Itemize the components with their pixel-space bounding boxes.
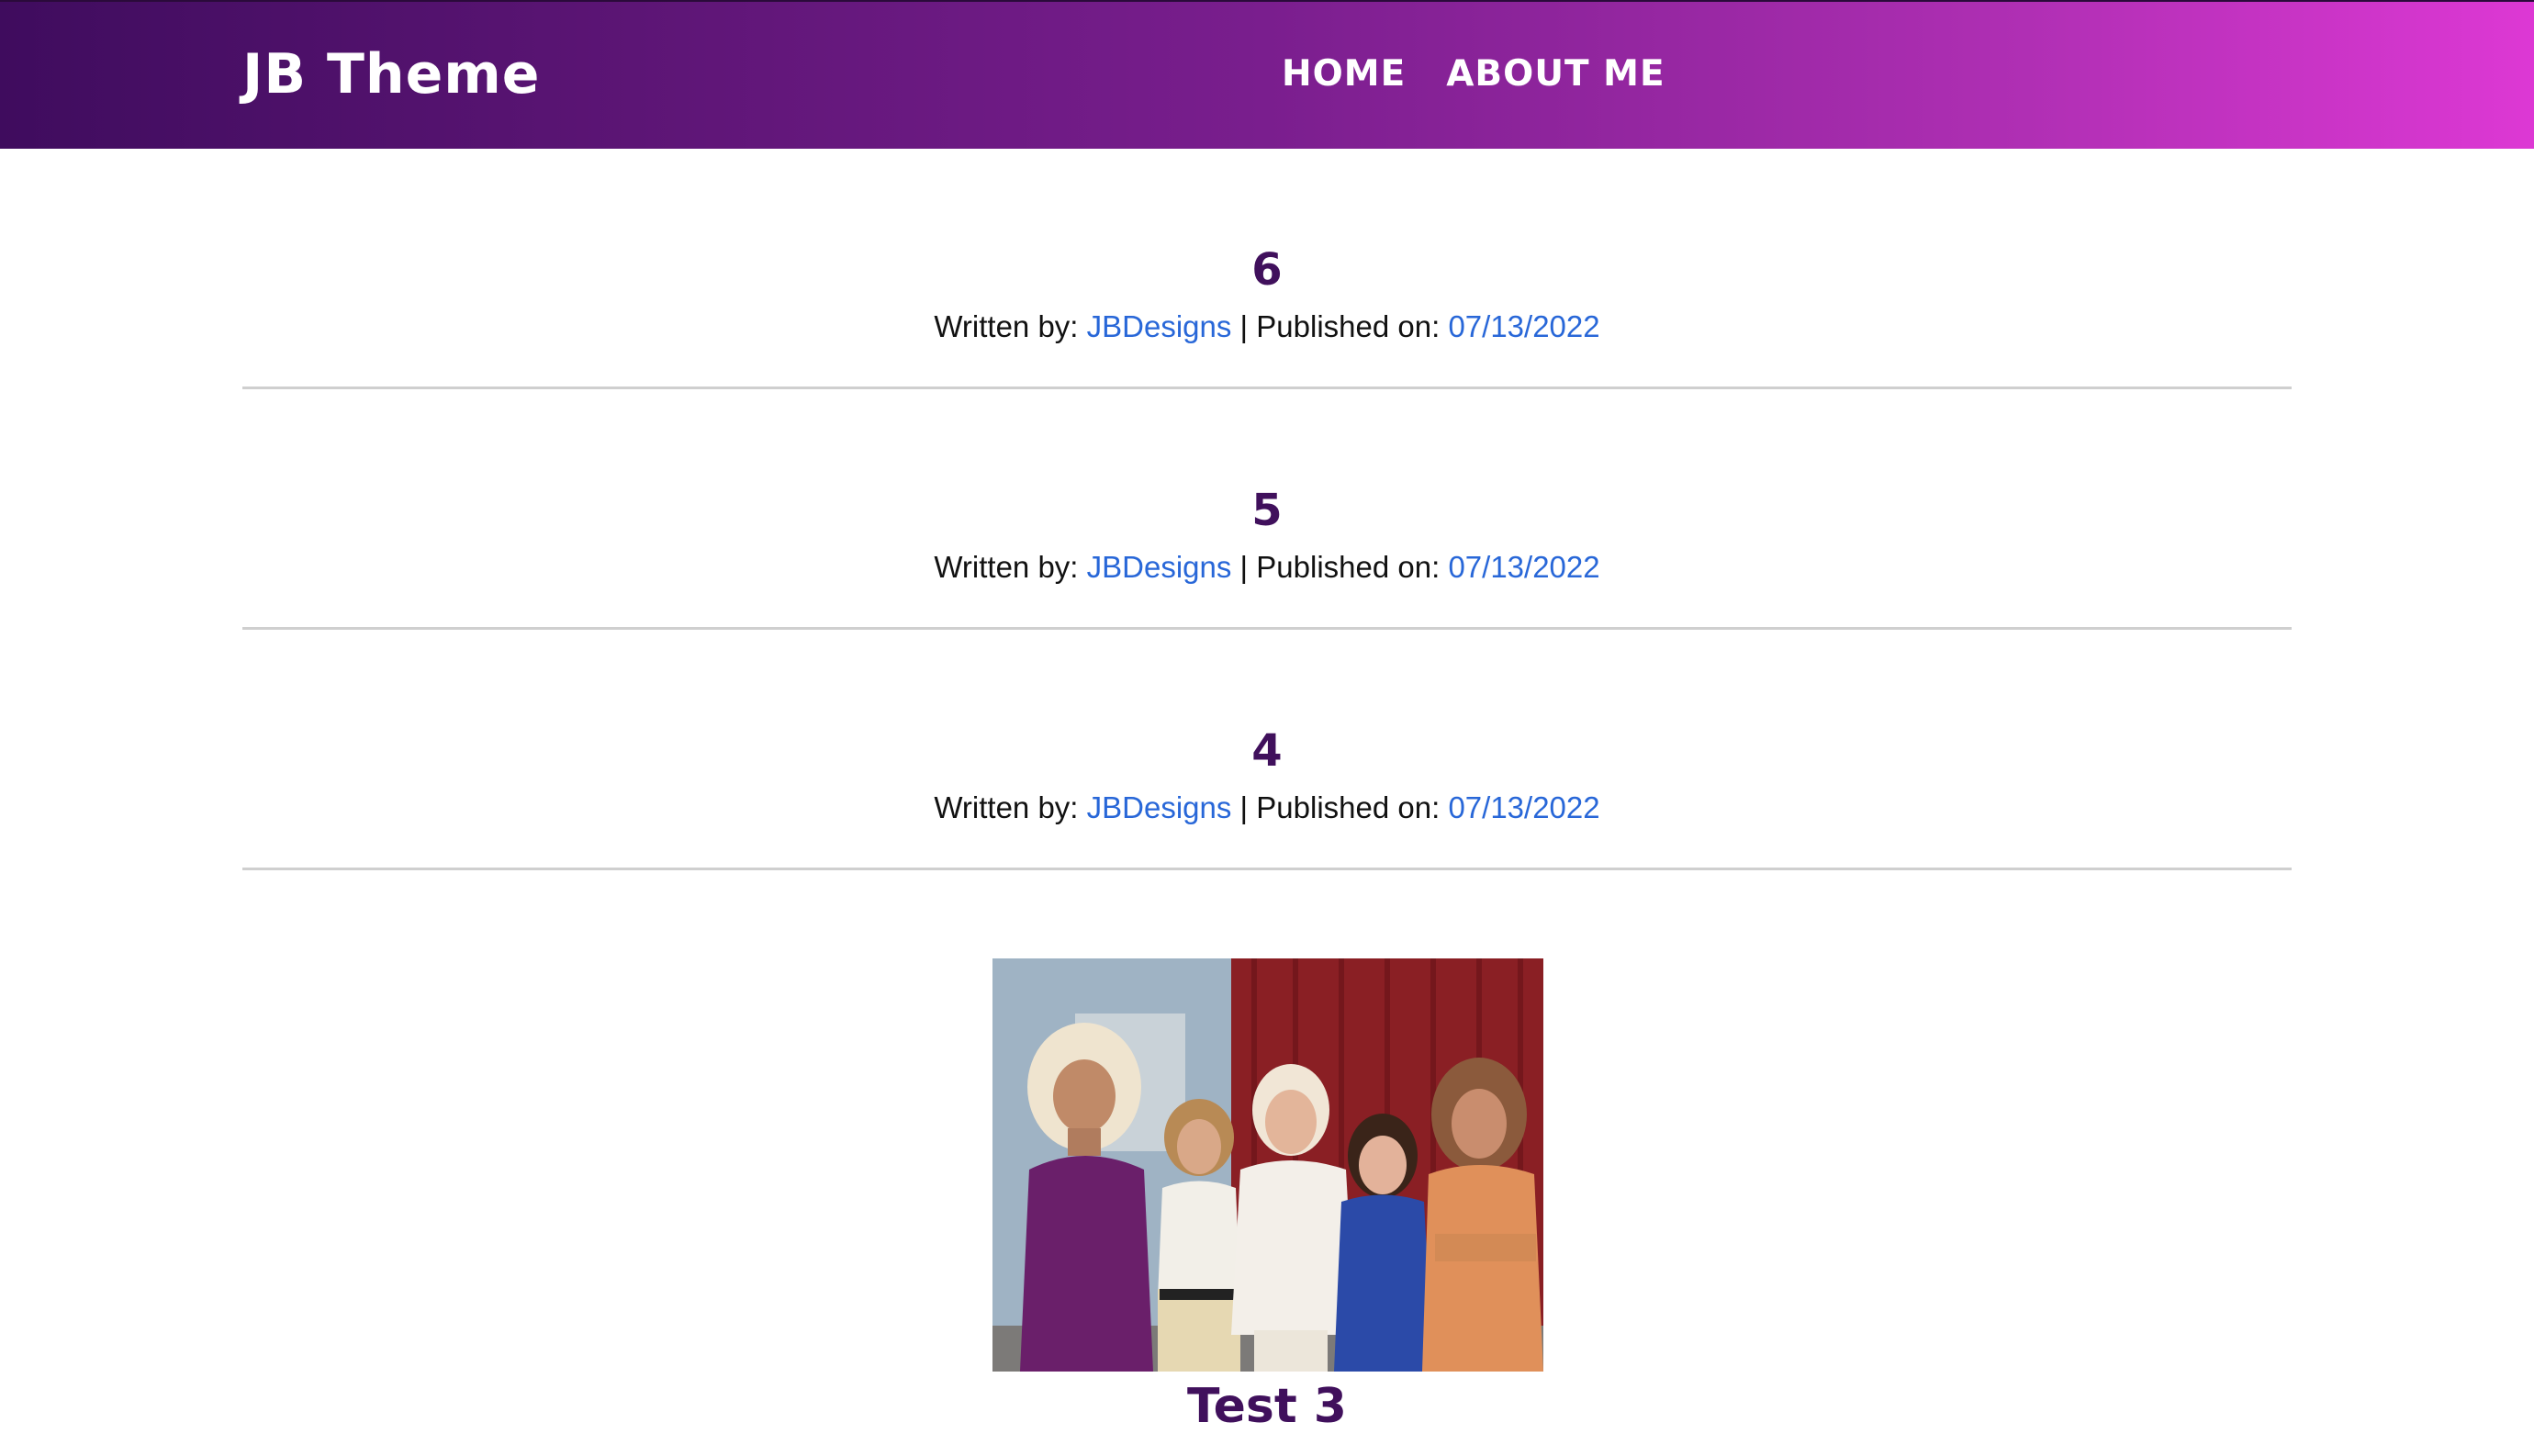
meta-separator: |	[1239, 309, 1249, 343]
date-link[interactable]: 07/13/2022	[1448, 550, 1599, 584]
author-link[interactable]: JBDesigns	[1087, 790, 1232, 824]
post-divider	[242, 627, 2292, 630]
meta-separator: |	[1239, 790, 1249, 824]
date-link[interactable]: 07/13/2022	[1448, 309, 1599, 343]
post-item: 6 Written by: JBDesigns | Published on: …	[242, 241, 2292, 347]
page: JB Theme HOME ABOUT ME 6 Written by: JBD…	[0, 0, 2534, 1456]
featured-post-title[interactable]: Test 3	[1187, 1379, 1347, 1434]
date-link[interactable]: 07/13/2022	[1448, 790, 1599, 824]
featured-post-title-wrap: Test 3	[242, 1373, 2292, 1439]
author-link[interactable]: JBDesigns	[1087, 550, 1232, 584]
author-link[interactable]: JBDesigns	[1087, 309, 1232, 343]
post-divider	[242, 868, 2292, 870]
site-title[interactable]: JB Theme	[242, 33, 541, 116]
site-header: JB Theme HOME ABOUT ME	[0, 0, 2534, 149]
post-title[interactable]: 4	[1251, 722, 1282, 780]
nav-about-me[interactable]: ABOUT ME	[1446, 48, 1665, 101]
post-meta: Written by: JBDesigns | Published on: 07…	[242, 788, 2292, 828]
post-meta: Written by: JBDesigns | Published on: 07…	[242, 547, 2292, 588]
post-item: 4 Written by: JBDesigns | Published on: …	[242, 722, 2292, 828]
written-by-label: Written by:	[934, 790, 1079, 824]
post-title[interactable]: 6	[1251, 241, 1282, 299]
written-by-label: Written by:	[934, 550, 1079, 584]
post-divider	[242, 386, 2292, 389]
post-title[interactable]: 5	[1251, 481, 1282, 540]
featured-image[interactable]	[992, 958, 1543, 1372]
main-nav: HOME ABOUT ME	[1282, 48, 1665, 101]
published-label: Published on:	[1256, 550, 1441, 584]
written-by-label: Written by:	[934, 309, 1079, 343]
meta-separator: |	[1239, 550, 1249, 584]
post-item: 5 Written by: JBDesigns | Published on: …	[242, 481, 2292, 588]
published-label: Published on:	[1256, 790, 1441, 824]
post-meta: Written by: JBDesigns | Published on: 07…	[242, 307, 2292, 347]
nav-home[interactable]: HOME	[1282, 48, 1406, 101]
published-label: Published on:	[1256, 309, 1441, 343]
